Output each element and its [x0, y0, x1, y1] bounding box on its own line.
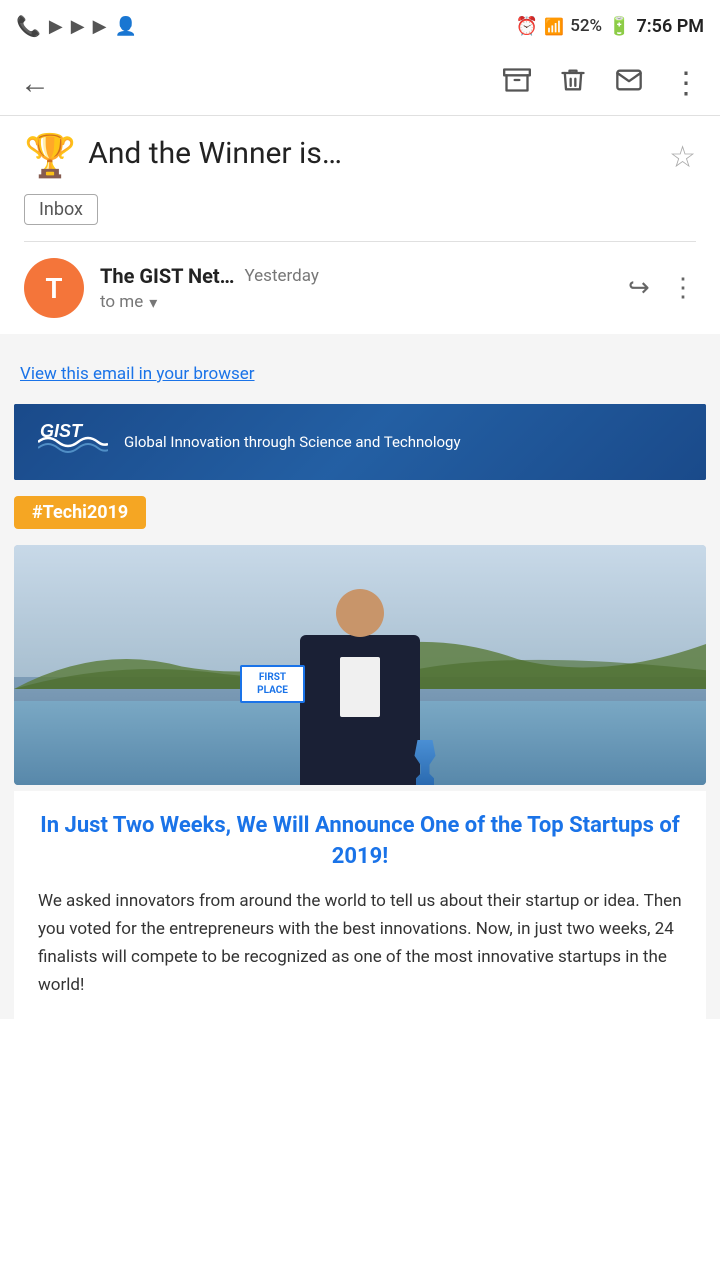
sender-to-label: to me: [100, 292, 143, 312]
youtube-icon-3: ▶: [93, 16, 107, 37]
subject-emoji: 🏆: [24, 136, 76, 178]
toolbar-left: ←: [20, 66, 50, 101]
viber-icon: 📞: [16, 14, 41, 38]
sender-row: T The GIST Net… Yesterday to me ▾ ↩ ⋮: [0, 242, 720, 334]
gist-banner: GIST Global Innovation through Science a…: [14, 404, 706, 480]
youtube-icon-2: ▶: [71, 16, 85, 37]
email-body-text: We asked innovators from around the worl…: [38, 887, 682, 999]
time-display: 7:56 PM: [636, 16, 704, 37]
delete-button[interactable]: [559, 66, 587, 101]
gist-logo-area: GIST: [38, 422, 108, 462]
inbox-label-badge[interactable]: Inbox: [24, 194, 98, 225]
toolbar-right: ⋮: [503, 66, 700, 101]
sender-avatar: T: [24, 258, 84, 318]
sender-time: Yesterday: [245, 266, 319, 286]
email-headline: In Just Two Weeks, We Will Announce One …: [38, 811, 682, 873]
sender-actions: ↩ ⋮: [628, 273, 696, 303]
status-bar-left: 📞 ▶ ▶ ▶ 👤: [16, 14, 137, 38]
signal-bars-icon: 📶: [544, 17, 564, 36]
sender-to-row[interactable]: to me ▾: [100, 292, 612, 312]
sender-name: The GIST Net…: [100, 264, 235, 288]
alarm-icon: ⏰: [516, 16, 538, 37]
star-button[interactable]: ☆: [669, 140, 696, 175]
hashtag-badge: #Techi2019: [14, 496, 146, 529]
subject-area: 🏆 And the Winner is… ☆: [0, 116, 720, 188]
svg-text:GIST: GIST: [40, 422, 84, 441]
youtube-icon: ▶: [49, 16, 63, 37]
contacts-icon: 👤: [114, 16, 136, 37]
hashtag-row: #Techi2019: [0, 480, 720, 539]
status-bar-right: ⏰ 📶 52% 🔋 7:56 PM: [516, 16, 704, 37]
archive-button[interactable]: [503, 66, 531, 101]
winner-photo: FIRST PLACE: [14, 545, 706, 785]
sender-info: The GIST Net… Yesterday to me ▾: [100, 264, 612, 312]
more-options-button[interactable]: ⋮: [671, 66, 700, 101]
email-subject-title: And the Winner is…: [88, 136, 669, 172]
gist-tagline: Global Innovation through Science and Te…: [124, 433, 461, 451]
email-button[interactable]: [615, 66, 643, 101]
email-text-area: In Just Two Weeks, We Will Announce One …: [14, 791, 706, 1019]
battery-icon: 🔋: [608, 16, 630, 37]
toolbar: ← ⋮: [0, 52, 720, 116]
first-place-sign: FIRST PLACE: [240, 665, 305, 703]
inbox-badge-container: Inbox: [24, 194, 696, 225]
sender-more-button[interactable]: ⋮: [670, 273, 696, 303]
sender-name-row: The GIST Net… Yesterday: [100, 264, 612, 288]
view-in-browser-link[interactable]: View this email in your browser: [0, 354, 720, 404]
email-content-area: View this email in your browser GIST Glo…: [0, 334, 720, 1019]
subject-left: 🏆 And the Winner is…: [24, 136, 669, 178]
gist-logo-svg: GIST: [38, 422, 108, 462]
reply-button[interactable]: ↩: [628, 273, 650, 303]
battery-percentage: 52%: [570, 16, 602, 36]
chevron-down-icon: ▾: [149, 293, 157, 312]
status-bar: 📞 ▶ ▶ ▶ 👤 ⏰ 📶 52% 🔋 7:56 PM: [0, 0, 720, 52]
back-button[interactable]: ←: [20, 66, 50, 101]
